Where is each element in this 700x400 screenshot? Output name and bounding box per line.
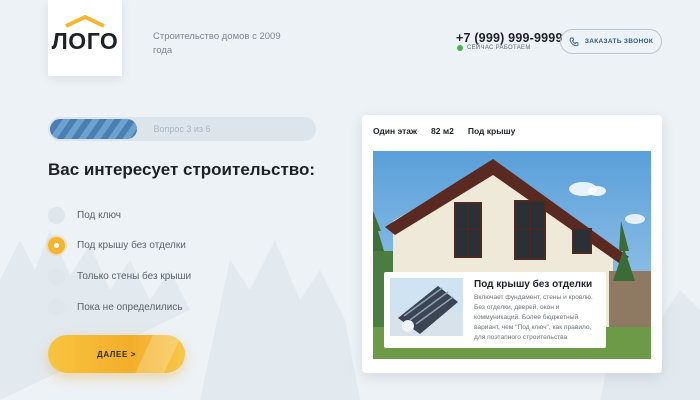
progress-label: Вопрос 3 из 6 (153, 124, 211, 134)
status-dot-icon (457, 45, 463, 51)
param-floors: Один этаж (373, 126, 418, 136)
package-title: Под крышу без отделки (474, 279, 593, 290)
house-params: Один этаж 82 м2 Под крышу (373, 126, 515, 136)
option-label: Пока не определились (77, 301, 183, 313)
tagline: Строительство домов с 2009 года (153, 31, 281, 56)
logo[interactable]: ЛОГО (48, 0, 122, 76)
phone-number[interactable]: +7 (999) 999-9999 (456, 31, 563, 45)
phone-icon (569, 37, 579, 46)
option-label: Под ключ (77, 209, 121, 221)
radio-icon[interactable] (48, 206, 65, 224)
radio-icon[interactable] (48, 298, 65, 316)
package-description: Включает фундамент, стены и кровлю. Без … (474, 294, 593, 341)
param-area: 82 м2 (431, 126, 454, 136)
package-info: Под крышу без отделки Включает фундамент… (384, 272, 606, 348)
status-text: Сейчас работаем (467, 45, 531, 51)
logo-text: ЛОГО (51, 28, 119, 54)
roof-thumbnail (390, 278, 463, 336)
option-undecided[interactable]: Пока не определились (48, 297, 258, 317)
next-button[interactable]: ДАЛЕЕ > (48, 335, 185, 373)
param-type: Под крышу (467, 126, 516, 136)
roof-icon (65, 15, 105, 28)
option-walls-only[interactable]: Только стены без крыши (48, 266, 258, 286)
option-label: Под крышу без отделки (77, 239, 186, 251)
callback-button[interactable]: Заказать звонок (560, 29, 662, 54)
work-status: Сейчас работаем (457, 45, 531, 51)
question-title: Вас интересует строительство: (48, 160, 316, 179)
option-label: Только стены без крыши (77, 270, 192, 282)
quiz-progress-bar: Вопрос 3 из 6 (48, 117, 316, 141)
option-roof-no-finish[interactable]: Под крышу без отделки (48, 235, 258, 255)
callback-label: Заказать звонок (584, 38, 654, 45)
radio-selected-icon[interactable] (48, 236, 65, 254)
option-turnkey[interactable]: Под ключ (48, 205, 258, 225)
radio-icon[interactable] (48, 267, 65, 285)
